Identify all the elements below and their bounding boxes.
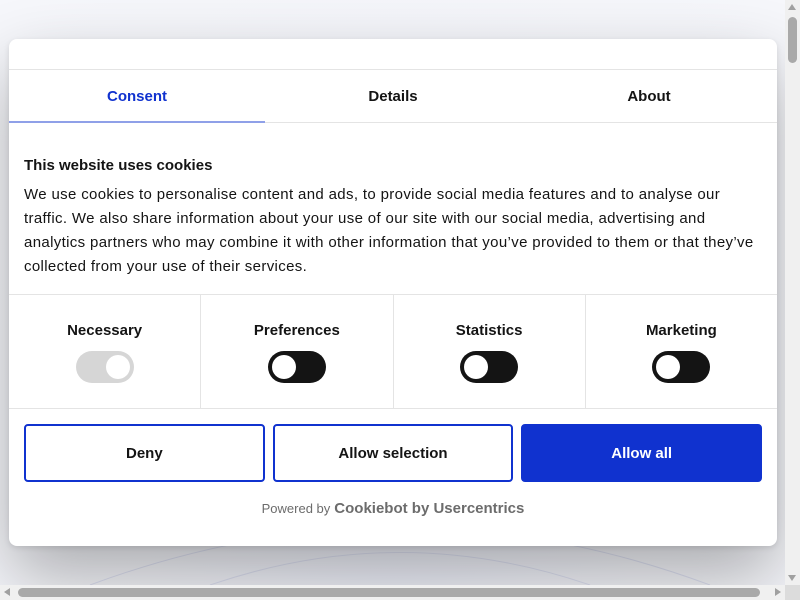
scroll-down-arrow-icon[interactable] (788, 575, 796, 581)
tab-about[interactable]: About (521, 70, 777, 122)
preferences-toggle[interactable] (267, 351, 326, 383)
powered-by-text: Powered by (261, 501, 331, 516)
horizontal-scroll-thumb[interactable] (18, 588, 760, 597)
consent-description: We use cookies to personalise content an… (24, 186, 754, 275)
tab-details[interactable]: Details (265, 70, 521, 122)
toggle-knob (105, 355, 130, 379)
consent-tabs: Consent Details About (9, 70, 777, 123)
cookie-consent-dialog: Consent Details About This website uses … (9, 39, 777, 546)
consent-heading: This website uses cookies (24, 157, 213, 174)
toggle-knob (464, 355, 489, 379)
statistics-toggle[interactable] (460, 351, 519, 383)
category-label: Marketing (645, 322, 717, 339)
category-preferences: Preferences (201, 295, 394, 408)
horizontal-scrollbar[interactable] (0, 585, 785, 600)
cookiebot-brand-link[interactable]: Cookiebot by Usercentrics (334, 500, 524, 517)
allow-selection-button[interactable]: Allow selection (272, 424, 514, 482)
scroll-right-arrow-icon[interactable] (775, 588, 781, 596)
category-label: Statistics (455, 322, 523, 339)
toggle-knob (656, 355, 681, 379)
scroll-left-arrow-icon[interactable] (4, 588, 10, 596)
tab-consent[interactable]: Consent (9, 70, 265, 123)
category-label: Necessary (67, 322, 143, 339)
scrollbar-corner (785, 585, 800, 600)
category-marketing: Marketing (586, 295, 777, 408)
marketing-toggle[interactable] (652, 351, 711, 383)
deny-button[interactable]: Deny (24, 424, 265, 482)
cookie-category-toggles: Necessary Preferences Statistics Marketi… (9, 294, 777, 409)
scroll-up-arrow-icon[interactable] (788, 4, 796, 10)
consent-content: This website uses cookies We use cookies… (9, 123, 777, 279)
necessary-toggle (75, 351, 134, 383)
toggle-knob (271, 355, 296, 379)
category-label: Preferences (253, 322, 340, 339)
allow-all-button[interactable]: Allow all (521, 424, 763, 482)
category-statistics: Statistics (394, 295, 586, 408)
consent-actions: Deny Allow selection Allow all (9, 409, 777, 482)
vertical-scrollbar[interactable] (785, 0, 800, 585)
dialog-header (9, 39, 777, 70)
category-necessary: Necessary (9, 295, 202, 408)
vertical-scroll-thumb[interactable] (788, 17, 797, 63)
powered-by-footer: Powered by Cookiebot by Usercentrics (9, 500, 777, 517)
